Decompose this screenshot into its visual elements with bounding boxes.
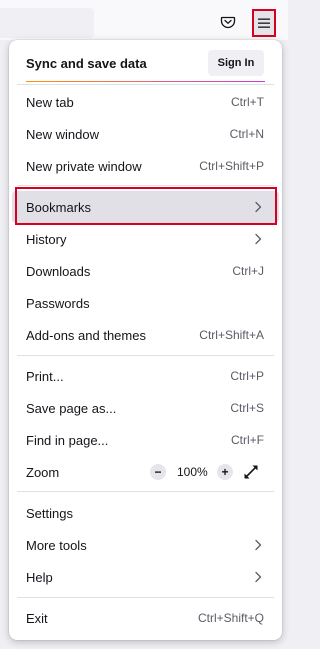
menu-item-shortcut: Ctrl+T [231, 95, 264, 109]
app-menu-panel: Sync and save data Sign In New tab Ctrl+… [9, 40, 282, 640]
sync-accent-divider [26, 81, 265, 82]
chevron-right-icon [255, 233, 262, 245]
menu-item-find-in-page[interactable]: Find in page... Ctrl+F [12, 424, 279, 456]
menu-item-label: Settings [26, 506, 73, 521]
menu-item-bookmarks[interactable]: Bookmarks [12, 191, 279, 223]
zoom-in-button[interactable]: + [217, 464, 233, 480]
menu-item-label: New private window [26, 159, 142, 174]
menu-item-label: New tab [26, 95, 74, 110]
menu-item-shortcut: Ctrl+Shift+Q [197, 611, 264, 625]
fullscreen-icon[interactable] [243, 464, 259, 480]
chevron-right-icon [255, 201, 262, 213]
menu-item-label: Find in page... [26, 433, 109, 448]
menu-item-downloads[interactable]: Downloads Ctrl+J [12, 255, 279, 287]
menu-item-zoom: Zoom [12, 456, 279, 488]
menu-item-label: Downloads [26, 264, 91, 279]
menu-item-new-window[interactable]: New window Ctrl+N [12, 118, 279, 150]
divider [17, 355, 274, 356]
menu-item-shortcut: Ctrl+N [229, 127, 264, 141]
menu-item-more-tools[interactable]: More tools [12, 529, 279, 561]
zoom-level[interactable]: 100% [177, 465, 208, 479]
chevron-right-icon [255, 571, 262, 583]
menu-item-help[interactable]: Help [12, 561, 279, 593]
menu-item-label: Print... [26, 369, 64, 384]
menu-item-new-tab[interactable]: New tab Ctrl+T [12, 86, 279, 118]
menu-item-shortcut: Ctrl+Shift+P [199, 159, 264, 173]
menu-item-label: Add-ons and themes [26, 328, 146, 343]
url-bar[interactable] [0, 8, 94, 38]
menu-item-shortcut: Ctrl+S [230, 401, 264, 415]
zoom-out-button[interactable]: − [150, 464, 166, 480]
chevron-right-icon [255, 539, 262, 551]
menu-item-exit[interactable]: Exit Ctrl+Shift+Q [12, 602, 279, 634]
divider [17, 597, 274, 598]
menu-item-print[interactable]: Print... Ctrl+P [12, 360, 279, 392]
menu-item-label: Bookmarks [26, 200, 92, 215]
menu-item-label: Zoom [26, 465, 60, 480]
menu-item-label: New window [26, 127, 99, 142]
browser-toolbar [0, 0, 288, 40]
menu-item-label: Passwords [26, 296, 90, 311]
menu-item-label: Save page as... [26, 401, 117, 416]
menu-item-label: History [26, 232, 67, 247]
menu-item-label: More tools [26, 538, 87, 553]
sign-in-button[interactable]: Sign In [208, 50, 264, 76]
menu-item-history[interactable]: History [12, 223, 279, 255]
divider [17, 185, 274, 186]
menu-item-addons-and-themes[interactable]: Add-ons and themes Ctrl+Shift+A [12, 319, 279, 351]
menu-item-passwords[interactable]: Passwords [12, 287, 279, 319]
menu-item-save-page-as[interactable]: Save page as... Ctrl+S [12, 392, 279, 424]
pocket-icon[interactable] [218, 12, 238, 32]
menu-item-shortcut: Ctrl+J [232, 264, 264, 278]
menu-item-label: Help [26, 570, 53, 585]
sync-label: Sync and save data [26, 56, 147, 71]
menu-item-label: Exit [26, 611, 48, 626]
divider [17, 491, 274, 492]
menu-item-settings[interactable]: Settings [12, 497, 279, 529]
sync-row: Sync and save data Sign In [9, 40, 282, 84]
menu-item-shortcut: Ctrl+P [230, 369, 264, 383]
divider [17, 84, 274, 85]
menu-item-shortcut: Ctrl+Shift+A [199, 328, 264, 342]
menu-item-shortcut: Ctrl+F [231, 433, 264, 447]
menu-item-new-private-window[interactable]: New private window Ctrl+Shift+P [12, 150, 279, 182]
hamburger-menu-icon[interactable] [252, 9, 276, 37]
